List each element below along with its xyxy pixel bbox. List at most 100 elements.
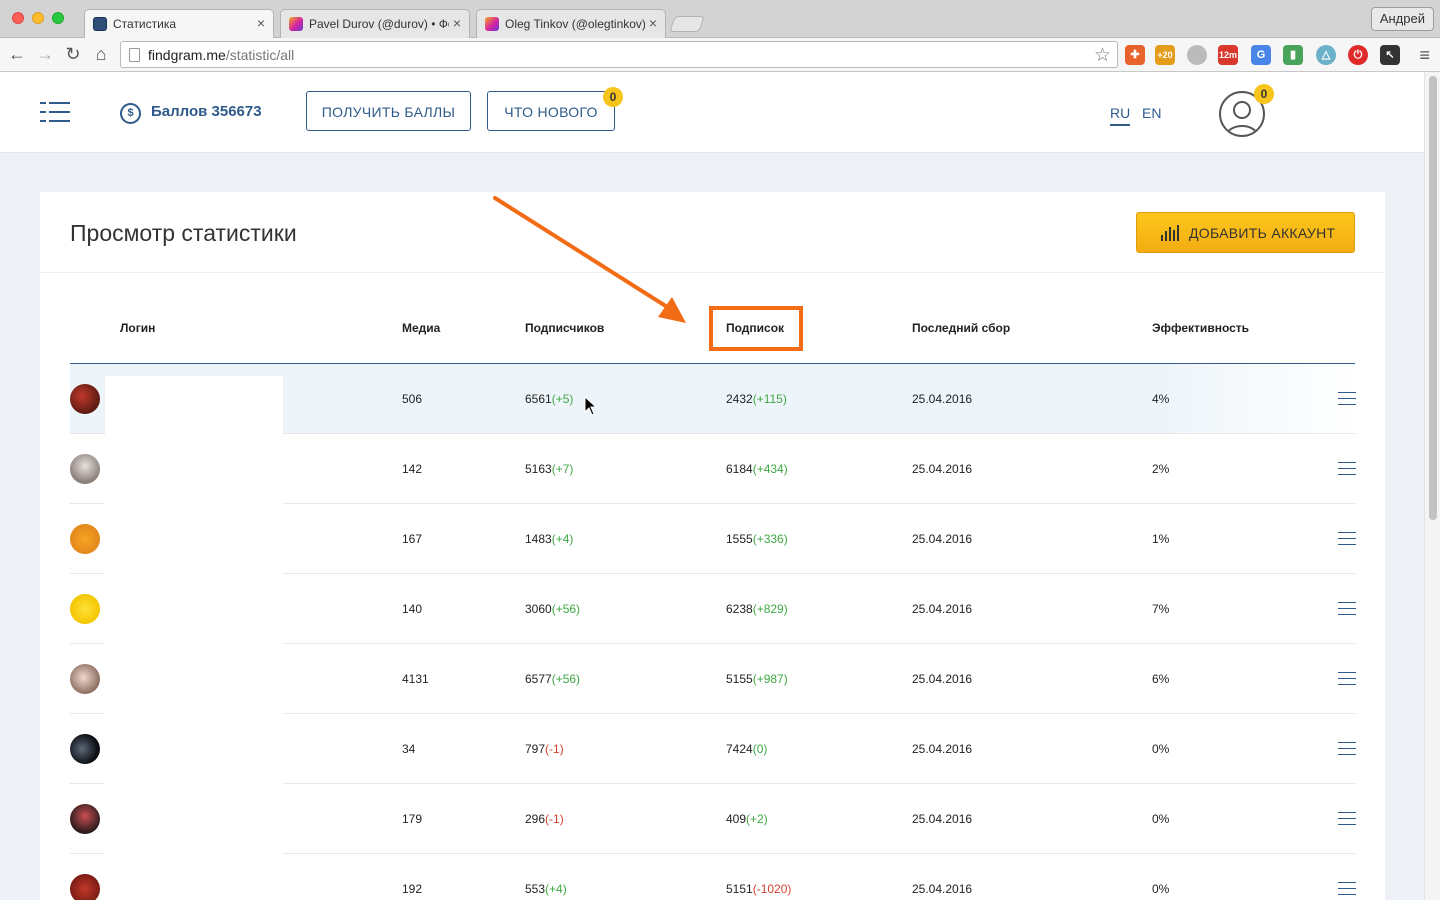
reload-icon[interactable]: ↻ [62, 43, 84, 65]
column-header-login[interactable]: Логин [120, 321, 155, 335]
cell-efficiency: 0% [1152, 742, 1170, 756]
column-header-efficiency[interactable]: Эффективность [1152, 321, 1249, 335]
lang-en-link[interactable]: EN [1142, 105, 1161, 121]
points-balance: Баллов 356673 [151, 103, 262, 120]
cell-efficiency: 1% [1152, 532, 1170, 546]
cell-last-collect: 25.04.2016 [912, 532, 973, 546]
extension-puzzle-icon[interactable]: ✚ [1125, 45, 1145, 65]
findgram-favicon-icon [93, 17, 107, 31]
cell-last-collect: 25.04.2016 [912, 462, 973, 476]
lang-ru-link[interactable]: RU [1110, 105, 1131, 126]
cell-last-collect: 25.04.2016 [912, 882, 973, 896]
add-account-button[interactable]: ДОБАВИТЬ АККАУНТ [1136, 212, 1355, 253]
browser-menu-icon[interactable]: ≡ [1419, 45, 1430, 66]
account-avatar[interactable] [70, 734, 100, 764]
row-menu-icon[interactable] [1338, 812, 1356, 826]
followers-delta: (+5) [551, 392, 574, 406]
extension-translate-icon[interactable]: G [1251, 45, 1271, 65]
tab-close-icon[interactable]: × [453, 15, 461, 31]
cell-following: 5155(+987) [726, 672, 788, 686]
cell-following: 2432(+115) [726, 392, 787, 406]
back-icon[interactable]: ← [6, 43, 28, 65]
row-menu-icon[interactable] [1338, 392, 1356, 406]
account-avatar[interactable] [70, 384, 100, 414]
whats-new-button[interactable]: ЧТО НОВОГО [487, 91, 615, 131]
cell-media: 140 [402, 602, 423, 616]
cell-following: 6184(+434) [726, 462, 788, 476]
extension-timer-icon[interactable]: 12m [1218, 45, 1238, 65]
following-delta: (+115) [752, 392, 787, 406]
tab-title: Oleg Tinkov (@olegtinkov) [505, 17, 645, 31]
profile-chip[interactable]: Андрей [1370, 7, 1434, 31]
account-avatar[interactable] [70, 874, 100, 900]
browser-tab-tinkov[interactable]: Oleg Tinkov (@olegtinkov) × [476, 9, 666, 38]
browser-toolbar: ← → ↻ ⌂ findgram.me/statistic/all ☆ ✚ +2… [0, 38, 1440, 72]
browser-tab-statistics[interactable]: Статистика × [84, 9, 274, 39]
followers-count: 797 [525, 742, 546, 756]
cell-following: 7424(0) [726, 742, 767, 756]
annotation-arrow-icon [493, 196, 686, 323]
row-menu-icon[interactable] [1338, 882, 1356, 896]
scrollbar-thumb[interactable] [1429, 76, 1437, 520]
followers-count: 3060 [525, 602, 552, 616]
cell-media: 179 [402, 812, 423, 826]
cell-media: 192 [402, 882, 423, 896]
extension-badge-icon[interactable]: +20 [1155, 45, 1175, 65]
get-points-button[interactable]: ПОЛУЧИТЬ БАЛЛЫ [306, 91, 471, 131]
menu-hamburger-icon[interactable] [40, 102, 70, 122]
following-delta: (0) [752, 742, 768, 756]
followers-count: 6577 [525, 672, 552, 686]
tab-close-icon[interactable]: × [257, 15, 265, 31]
add-account-label: ДОБАВИТЬ АККАУНТ [1189, 225, 1336, 241]
forward-icon[interactable]: → [34, 43, 56, 65]
card-header: Просмотр статистики ДОБАВИТЬ АККАУНТ [40, 192, 1385, 273]
row-menu-icon[interactable] [1338, 672, 1356, 686]
cell-followers: 296(-1) [525, 812, 564, 826]
cell-last-collect: 25.04.2016 [912, 672, 973, 686]
account-avatar[interactable] [70, 524, 100, 554]
address-bar[interactable]: findgram.me/statistic/all ☆ [120, 41, 1118, 68]
extension-drive-icon[interactable]: △ [1316, 45, 1336, 65]
account-avatar[interactable] [70, 804, 100, 834]
window-minimize-button[interactable] [32, 12, 44, 24]
bookmark-star-icon[interactable]: ☆ [1094, 44, 1111, 67]
cell-media: 506 [402, 392, 423, 406]
window-zoom-button[interactable] [52, 12, 64, 24]
extension-power-icon[interactable]: ⏻ [1348, 45, 1368, 65]
browser-tab-durov[interactable]: Pavel Durov (@durov) • Фо × [280, 9, 470, 38]
url-text: findgram.me/statistic/all [148, 47, 295, 63]
following-count: 5155 [726, 672, 753, 686]
followers-delta: (+4) [551, 532, 574, 546]
page-scrollbar[interactable] [1424, 72, 1440, 900]
following-count: 1555 [726, 532, 753, 546]
tab-close-icon[interactable]: × [649, 15, 657, 31]
avatar-badge: 0 [1254, 84, 1274, 104]
cell-media: 34 [402, 742, 416, 756]
account-avatar[interactable] [70, 664, 100, 694]
account-avatar[interactable] [70, 454, 100, 484]
tab-title: Статистика [113, 17, 177, 31]
following-delta: (-1020) [752, 882, 792, 896]
account-avatar[interactable] [70, 594, 100, 624]
browser-tab-bar: Статистика × Pavel Durov (@durov) • Фо ×… [0, 0, 1440, 39]
home-icon[interactable]: ⌂ [90, 43, 112, 65]
extension-moon-icon[interactable] [1187, 45, 1207, 65]
followers-delta: (-1) [545, 742, 564, 756]
followers-count: 1483 [525, 532, 552, 546]
cell-efficiency: 4% [1152, 392, 1170, 406]
column-header-media[interactable]: Медиа [402, 321, 440, 335]
followers-delta: (+4) [545, 882, 567, 896]
row-menu-icon[interactable] [1338, 462, 1356, 476]
row-menu-icon[interactable] [1338, 742, 1356, 756]
column-header-last-collect[interactable]: Последний сбор [912, 321, 1010, 335]
window-close-button[interactable] [12, 12, 24, 24]
row-menu-icon[interactable] [1338, 602, 1356, 616]
following-delta: (+2) [746, 812, 768, 826]
extension-cursor-icon[interactable]: ↖ [1380, 45, 1400, 65]
new-tab-button[interactable] [669, 16, 705, 32]
cell-efficiency: 7% [1152, 602, 1170, 616]
cell-followers: 3060(+56) [525, 602, 580, 616]
page-title: Просмотр статистики [70, 220, 297, 246]
row-menu-icon[interactable] [1338, 532, 1356, 546]
extension-page-icon[interactable]: ▮ [1283, 45, 1303, 65]
